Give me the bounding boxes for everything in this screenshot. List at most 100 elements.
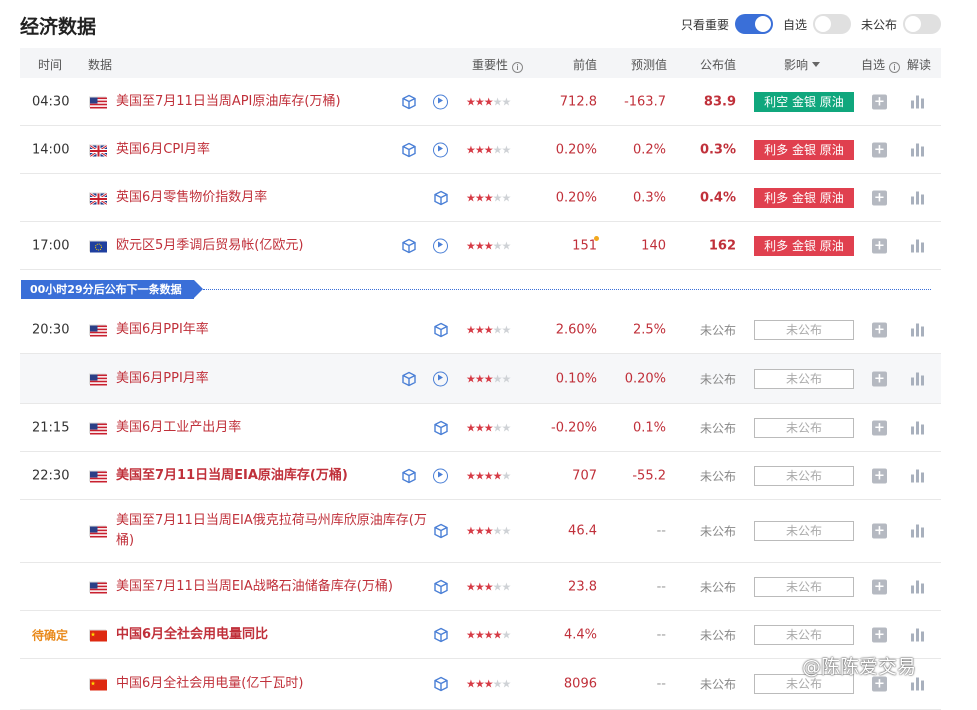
forecast-value: -55.2: [632, 468, 666, 483]
play-icon[interactable]: [433, 468, 448, 483]
bar-chart-icon[interactable]: [911, 239, 925, 252]
indicator-name[interactable]: 英国6月CPI月率: [116, 140, 210, 160]
table-row[interactable]: 22:30 美国至7月11日当周EIA原油库存(万桶) ★★★★★ 707 -55.2 未…: [20, 452, 941, 500]
add-watchlist-button[interactable]: +: [872, 94, 887, 109]
bar-chart-icon[interactable]: [911, 580, 925, 593]
bar-chart-icon[interactable]: [911, 628, 925, 641]
play-icon[interactable]: [433, 94, 448, 109]
importance-stars: ★★★★★: [466, 469, 511, 482]
cube-icon[interactable]: [433, 322, 449, 338]
bar-chart-icon[interactable]: [911, 677, 925, 691]
add-watchlist-button[interactable]: +: [872, 371, 887, 386]
bar-chart-icon[interactable]: [911, 191, 925, 204]
add-watchlist-button[interactable]: +: [872, 322, 887, 337]
cube-icon[interactable]: [433, 190, 449, 206]
add-watchlist-button[interactable]: +: [872, 190, 887, 205]
impact-badge: 未公布: [754, 319, 854, 340]
table-row[interactable]: 17:00 欧元区5月季调后贸易帐(亿欧元) ★★★★★ 151 140 162 利多 金银…: [20, 222, 941, 270]
actual-value: 未公布: [699, 372, 736, 386]
table-row[interactable]: 20:30 美国6月PPI年率 ★★★★★ 2.60% 2.5% 未公布 未公布 +: [20, 306, 941, 354]
play-icon[interactable]: [433, 238, 448, 253]
col-importance[interactable]: 重要性 i: [472, 56, 523, 73]
importance-stars: ★★★★★: [466, 239, 511, 252]
flag-gb-icon: [89, 143, 108, 158]
col-actual: 公布值: [700, 58, 737, 72]
toggle-important[interactable]: 只看重要: [681, 14, 773, 34]
row-time: 17:00: [32, 238, 70, 253]
indicator-name[interactable]: 美国至7月11日当周API原油库存(万桶): [116, 92, 341, 112]
toggle-unpublished-switch[interactable]: [903, 14, 941, 34]
importance-stars: ★★★★★: [466, 580, 511, 593]
actual-value: 未公布: [699, 323, 736, 337]
actual-value: 0.3%: [699, 142, 736, 157]
impact-badge: 未公布: [754, 368, 854, 389]
col-impact[interactable]: 影响: [784, 56, 820, 73]
bar-chart-icon[interactable]: [911, 372, 925, 385]
row-time: 20:30: [32, 322, 70, 337]
add-watchlist-button[interactable]: +: [872, 579, 887, 594]
table-row[interactable]: 21:15 美国6月工业产出月率 ★★★★★ -0.20% 0.1% 未公布 未公布 +: [20, 404, 941, 452]
previous-value: 707: [572, 468, 597, 483]
impact-badge: 利多 金银 原油: [754, 187, 854, 208]
toggle-unpublished-label: 未公布: [860, 17, 897, 32]
previous-value: 0.20%: [555, 190, 597, 205]
add-watchlist-button[interactable]: +: [872, 238, 887, 253]
col-watch-label: 自选: [861, 58, 886, 72]
cube-icon[interactable]: [401, 142, 417, 158]
toggle-watchlist[interactable]: 自选: [783, 14, 851, 34]
cube-icon[interactable]: [401, 238, 417, 254]
cube-icon[interactable]: [401, 94, 417, 110]
impact-badge: 未公布: [754, 576, 854, 597]
toggle-watchlist-switch[interactable]: [812, 14, 851, 34]
play-icon[interactable]: [433, 371, 448, 386]
table-row[interactable]: 美国6月PPI月率 ★★★★★ 0.10% 0.20% 未公布 未公布 +: [20, 354, 941, 404]
cube-icon[interactable]: [401, 468, 417, 484]
forecast-value: 0.2%: [632, 142, 666, 157]
indicator-name[interactable]: 中国6月全社会用电量同比: [116, 625, 268, 645]
toggle-important-switch[interactable]: [734, 14, 773, 34]
cube-icon[interactable]: [433, 676, 449, 692]
indicator-name[interactable]: 美国6月PPI年率: [116, 320, 209, 340]
indicator-name[interactable]: 美国6月工业产出月率: [116, 418, 241, 438]
table-row[interactable]: 14:00 英国6月CPI月率 ★★★★★ 0.20% 0.2% 0.3% 利多 金银 原油…: [20, 126, 941, 174]
add-watchlist-button[interactable]: +: [872, 468, 887, 483]
add-watchlist-button[interactable]: +: [872, 420, 887, 435]
previous-value: 4.4%: [563, 627, 597, 642]
cube-icon[interactable]: [433, 420, 449, 436]
flag-gb-icon: [89, 191, 108, 206]
bar-chart-icon[interactable]: [911, 143, 925, 156]
indicator-name[interactable]: 美国至7月11日当周EIA战略石油储备库存(万桶): [116, 577, 436, 597]
indicator-name[interactable]: 中国6月全社会用电量(亿千瓦时): [116, 674, 303, 694]
forecast-value: 140: [641, 238, 666, 253]
table-row[interactable]: 英国6月零售物价指数月率 ★★★★★ 0.20% 0.3% 0.4% 利多 金银 原油 +: [20, 174, 941, 222]
importance-stars: ★★★★★: [466, 372, 511, 385]
indicator-name[interactable]: 美国至7月11日当周EIA原油库存(万桶): [116, 466, 348, 486]
toggle-unpublished[interactable]: 未公布: [861, 14, 941, 34]
cube-icon[interactable]: [433, 579, 449, 595]
table-row[interactable]: 04:30 美国至7月11日当周API原油库存(万桶) ★★★★★ 712.8 -163…: [20, 78, 941, 126]
bar-chart-icon[interactable]: [911, 421, 925, 434]
row-time: 04:30: [32, 94, 70, 109]
bar-chart-icon[interactable]: [911, 469, 925, 482]
col-watch[interactable]: 自选 i: [861, 56, 900, 73]
previous-value: 712.8: [559, 94, 597, 109]
cube-icon[interactable]: [433, 627, 449, 643]
flag-us-icon: [89, 324, 107, 336]
indicator-name[interactable]: 美国至7月11日当周EIA俄克拉荷马州库欣原油库存(万桶): [116, 511, 436, 551]
table-row[interactable]: 美国至7月11日当周EIA俄克拉荷马州库欣原油库存(万桶) ★★★★★ 46.4 --…: [20, 500, 941, 563]
bar-chart-icon[interactable]: [911, 323, 925, 336]
add-watchlist-button[interactable]: +: [872, 627, 887, 642]
row-time: 14:00: [32, 142, 70, 157]
indicator-name[interactable]: 美国6月PPI月率: [116, 369, 209, 389]
indicator-name[interactable]: 英国6月零售物价指数月率: [116, 188, 267, 208]
indicator-name[interactable]: 欧元区5月季调后贸易帐(亿欧元): [116, 236, 303, 256]
cube-icon[interactable]: [433, 523, 449, 539]
col-previous: 前值: [573, 58, 598, 72]
bar-chart-icon[interactable]: [911, 95, 925, 108]
play-icon[interactable]: [433, 142, 448, 157]
bar-chart-icon[interactable]: [911, 524, 925, 538]
cube-icon[interactable]: [401, 371, 417, 387]
table-row[interactable]: 美国至7月11日当周EIA战略石油储备库存(万桶) ★★★★★ 23.8 -- 未公布 未…: [20, 563, 941, 611]
add-watchlist-button[interactable]: +: [872, 142, 887, 157]
add-watchlist-button[interactable]: +: [872, 523, 887, 539]
